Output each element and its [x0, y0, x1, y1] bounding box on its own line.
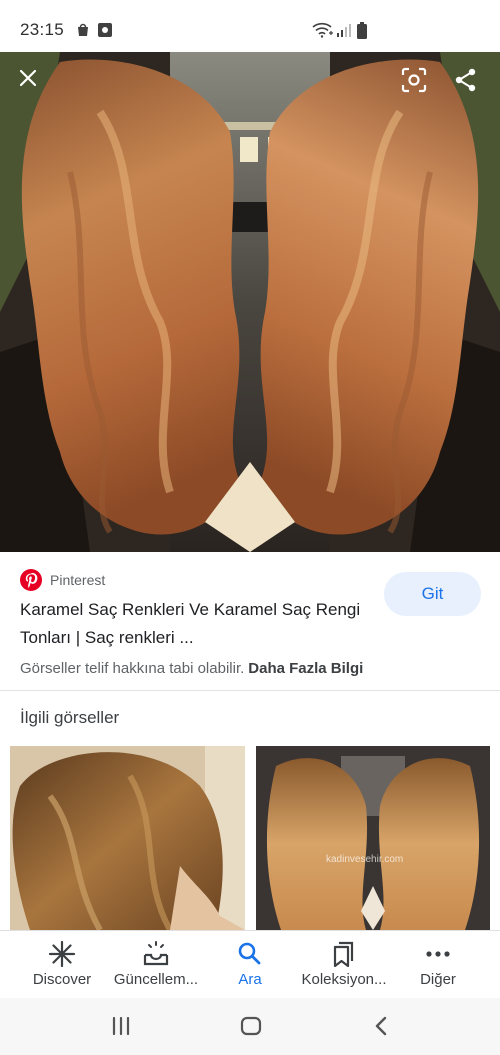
- more-dots-icon: [426, 951, 450, 957]
- related-photo-2: kadinvesehir.com: [256, 746, 490, 930]
- related-photo-1: [10, 746, 245, 930]
- lens-button[interactable]: [394, 60, 434, 100]
- source-row[interactable]: Pinterest: [20, 568, 105, 592]
- source-name[interactable]: Pinterest: [50, 572, 105, 588]
- nav-discover[interactable]: Discover: [12, 931, 112, 999]
- more-info-link[interactable]: Daha Fazla Bilgi: [248, 660, 363, 677]
- share-button[interactable]: [446, 60, 486, 100]
- battery-icon: [357, 22, 367, 39]
- main-image[interactable]: [0, 52, 500, 552]
- hair-photo: [0, 52, 500, 552]
- search-icon: [238, 942, 261, 965]
- home-icon: [240, 1016, 262, 1036]
- nav-more[interactable]: Diğer: [388, 931, 488, 999]
- system-nav-bar: [0, 998, 500, 1055]
- wifi-icon: [312, 22, 333, 38]
- nav-search[interactable]: Ara: [200, 931, 300, 999]
- back-button[interactable]: [361, 1012, 401, 1040]
- recent-apps-icon: [112, 1017, 130, 1035]
- related-images-heading: İlgili görseller: [20, 708, 120, 727]
- copyright-text: Görseller telif hakkına tabi olabilir.: [20, 660, 245, 677]
- signal-icon: [337, 24, 351, 37]
- watermark-text: kadinvesehir.com: [326, 854, 403, 865]
- status-time: 23:15: [20, 20, 65, 39]
- pinterest-icon: [20, 569, 42, 591]
- close-button[interactable]: [8, 58, 48, 98]
- related-image-1[interactable]: [10, 746, 245, 930]
- related-image-2[interactable]: kadinvesehir.com: [256, 746, 490, 930]
- collections-icon: [333, 941, 354, 967]
- share-icon: [455, 68, 476, 92]
- bottom-nav: Discover Güncellem... Ara Koleksiyon... …: [0, 930, 500, 998]
- close-icon: [19, 69, 37, 87]
- divider: [0, 690, 500, 691]
- copyright-notice: Görseller telif hakkına tabi olabilir. Da…: [20, 660, 363, 677]
- back-icon: [375, 1016, 387, 1036]
- nav-more-label: Diğer: [420, 971, 456, 988]
- home-button[interactable]: [231, 1012, 271, 1040]
- result-title[interactable]: Karamel Saç Renkleri Ve Karamel Saç Reng…: [20, 596, 365, 652]
- nav-updates[interactable]: Güncellem...: [106, 931, 206, 999]
- recent-apps-button[interactable]: [101, 1012, 141, 1040]
- lens-icon: [401, 67, 427, 93]
- sim-app-icon: [98, 23, 112, 37]
- inbox-icon: [143, 941, 169, 966]
- asterisk-icon: [48, 941, 76, 967]
- shopping-bag-icon: [78, 23, 88, 36]
- go-button[interactable]: Git: [384, 572, 481, 616]
- nav-collections[interactable]: Koleksiyon...: [294, 931, 394, 999]
